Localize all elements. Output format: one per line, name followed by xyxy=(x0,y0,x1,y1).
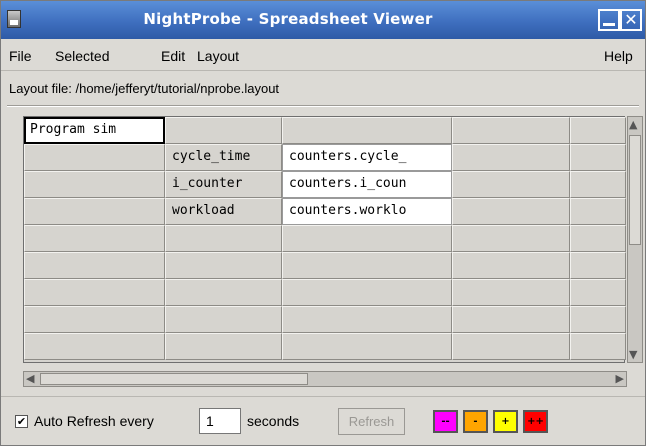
table-cell[interactable]: cycle_time xyxy=(165,144,282,171)
vertical-scroll-thumb[interactable] xyxy=(629,135,641,245)
vertical-scrollbar[interactable]: ▲ ▼ xyxy=(627,116,643,363)
table-row: cycle_time counters.cycle_ xyxy=(24,144,626,171)
table-cell[interactable]: counters.worklo xyxy=(282,198,452,225)
table-cell[interactable] xyxy=(570,144,626,171)
table-cell[interactable] xyxy=(24,306,165,333)
separator xyxy=(7,105,639,107)
menu-selected-label: Selected xyxy=(55,48,110,64)
menu-help-label: Help xyxy=(604,48,633,64)
table-cell[interactable] xyxy=(570,279,626,306)
menu-edit-label: Edit xyxy=(161,48,186,64)
horizontal-scrollbar[interactable]: ◀ ▶ xyxy=(23,371,627,387)
table-cell[interactable] xyxy=(570,225,626,252)
table-cell[interactable] xyxy=(570,171,626,198)
table-cell[interactable] xyxy=(282,306,452,333)
table-cell[interactable] xyxy=(452,333,570,360)
spreadsheet-viewer-window: NightProbe - Spreadsheet Viewer ✕ File S… xyxy=(0,0,646,446)
arrow-up-icon[interactable]: ▲ xyxy=(629,119,637,130)
refresh-button[interactable]: Refresh xyxy=(338,408,405,435)
menu-file[interactable]: File xyxy=(9,48,32,64)
auto-refresh-label: Auto Refresh every xyxy=(34,413,154,429)
checkmark-icon: ✔ xyxy=(16,415,27,428)
table-row xyxy=(24,225,626,252)
menu-file-label: File xyxy=(9,48,32,64)
table-row xyxy=(24,333,626,360)
spreadsheet-grid: Program sim cycle_time counters.cycle_ i_co… xyxy=(23,116,626,363)
table-cell[interactable] xyxy=(24,333,165,360)
table-cell[interactable] xyxy=(165,252,282,279)
menu-bar: File Selected Edit Layout Help xyxy=(1,41,645,71)
table-cell[interactable] xyxy=(165,306,282,333)
table-row: i_counter counters.i_coun xyxy=(24,171,626,198)
menu-layout-label: Layout xyxy=(197,48,240,64)
table-cell[interactable]: Program sim xyxy=(24,117,165,144)
table-cell[interactable] xyxy=(165,333,282,360)
table-cell[interactable] xyxy=(452,117,570,144)
seconds-label: seconds xyxy=(247,413,300,429)
table-cell[interactable] xyxy=(452,225,570,252)
table-cell[interactable] xyxy=(570,306,626,333)
table-cell[interactable] xyxy=(452,279,570,306)
arrow-left-icon[interactable]: ◀ xyxy=(26,373,34,384)
table-cell[interactable]: counters.cycle_ xyxy=(282,144,452,171)
table-cell[interactable] xyxy=(282,279,452,306)
table-row xyxy=(24,279,626,306)
auto-refresh-checkbox[interactable]: ✔ xyxy=(15,415,28,428)
increase-button[interactable]: + xyxy=(493,410,518,433)
table-cell[interactable] xyxy=(165,279,282,306)
table-row xyxy=(24,306,626,333)
menu-selected[interactable]: Selected xyxy=(55,48,109,64)
decrease-more-button[interactable]: -- xyxy=(433,410,458,433)
close-icon[interactable]: ✕ xyxy=(620,9,642,31)
horizontal-scroll-thumb[interactable] xyxy=(40,373,308,385)
table-cell[interactable] xyxy=(282,333,452,360)
table-cell[interactable]: i_counter xyxy=(165,171,282,198)
arrow-down-icon[interactable]: ▼ xyxy=(629,349,637,360)
table-cell[interactable] xyxy=(282,117,452,144)
table-cell[interactable] xyxy=(24,252,165,279)
table-cell[interactable] xyxy=(570,333,626,360)
menu-edit[interactable]: Edit xyxy=(161,48,185,64)
table-cell[interactable] xyxy=(570,252,626,279)
table-cell[interactable] xyxy=(452,144,570,171)
menu-help[interactable]: Help xyxy=(604,48,633,64)
table-cell[interactable] xyxy=(452,198,570,225)
refresh-interval-input[interactable]: 1 xyxy=(199,408,241,434)
table-cell[interactable] xyxy=(165,225,282,252)
table-row: Program sim xyxy=(24,117,626,144)
table-row: workload counters.worklo xyxy=(24,198,626,225)
table-row xyxy=(24,252,626,279)
table-cell[interactable] xyxy=(24,198,165,225)
table-cell[interactable] xyxy=(24,279,165,306)
table-cell[interactable] xyxy=(452,252,570,279)
table-cell[interactable] xyxy=(282,252,452,279)
table-cell[interactable] xyxy=(570,117,626,144)
minimize-icon[interactable] xyxy=(598,9,620,31)
layout-file-label: Layout file: /home/jefferyt/tutorial/npr… xyxy=(9,81,280,96)
table-cell[interactable] xyxy=(282,225,452,252)
table-cell[interactable] xyxy=(24,225,165,252)
table-cell[interactable] xyxy=(570,198,626,225)
table-cell[interactable] xyxy=(452,171,570,198)
title-bar[interactable]: NightProbe - Spreadsheet Viewer ✕ xyxy=(1,1,645,39)
table-cell[interactable]: counters.i_coun xyxy=(282,171,452,198)
increase-more-button[interactable]: ++ xyxy=(523,410,548,433)
table-cell[interactable] xyxy=(452,306,570,333)
arrow-right-icon[interactable]: ▶ xyxy=(616,373,624,384)
decrease-button[interactable]: - xyxy=(463,410,488,433)
table-cell[interactable] xyxy=(24,171,165,198)
table-cell[interactable]: workload xyxy=(165,198,282,225)
table-cell[interactable] xyxy=(165,117,282,144)
window-title: NightProbe - Spreadsheet Viewer xyxy=(143,10,433,28)
menu-layout[interactable]: Layout xyxy=(197,48,239,64)
refresh-controls: ✔ Auto Refresh every 1 seconds Refresh -… xyxy=(1,396,645,444)
table-cell[interactable] xyxy=(24,144,165,171)
